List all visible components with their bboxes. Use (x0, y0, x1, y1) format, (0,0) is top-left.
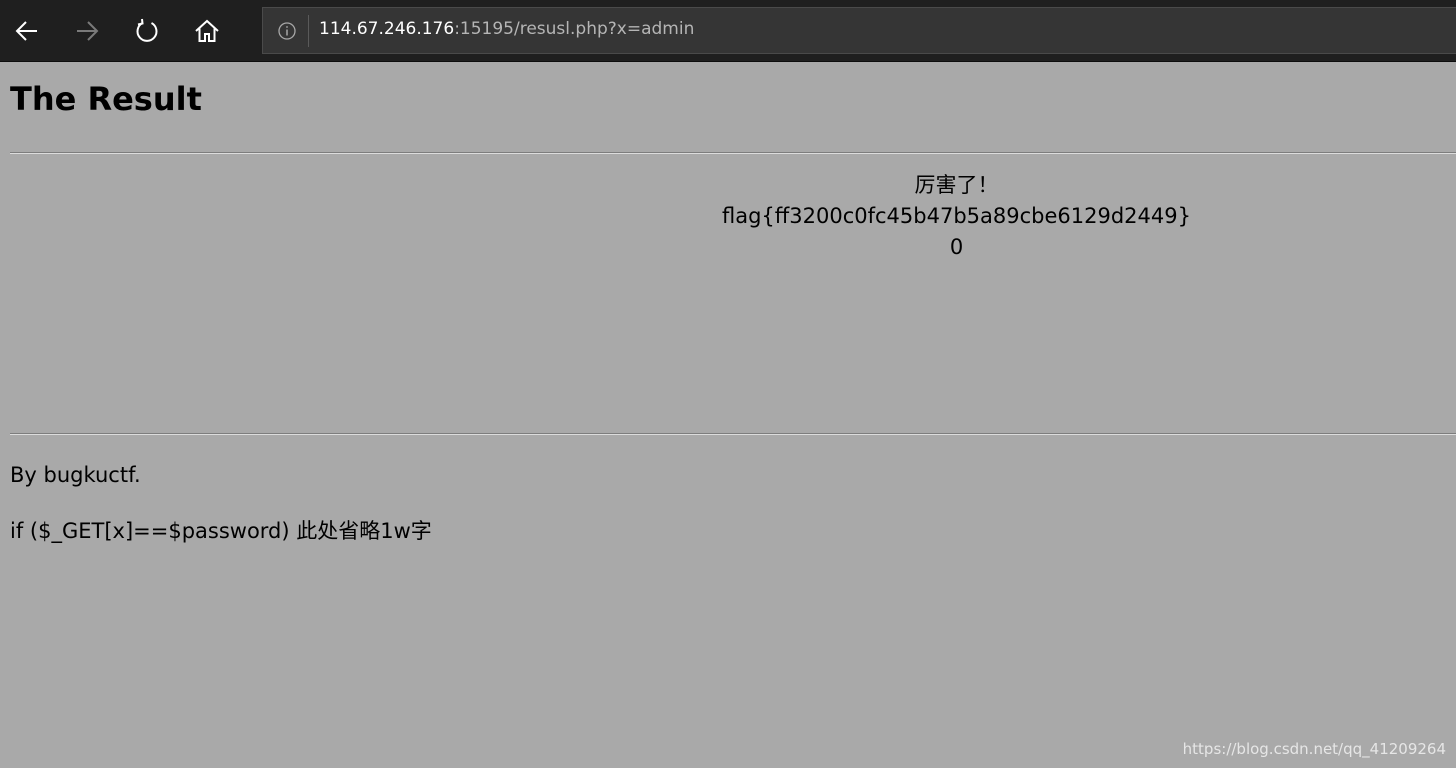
url-path: :15195/resusl.php?x=admin (454, 19, 695, 39)
divider-bottom (10, 433, 1456, 435)
address-separator (308, 15, 309, 47)
result-value: 0 (949, 235, 964, 259)
page-content: The Result 厉害了！ flag{ff3200c0fc45b47b5a8… (0, 62, 1456, 768)
url-host: 114.67.246.176 (319, 19, 455, 39)
browser-toolbar: 114.67.246.176:15195/resusl.php?x=admin (0, 0, 1456, 62)
arrow-left-icon (15, 21, 37, 41)
watermark: https://blog.csdn.net/qq_41209264 (1182, 740, 1446, 758)
back-button[interactable] (9, 13, 45, 49)
refresh-button[interactable] (129, 13, 165, 49)
page-title: The Result (10, 80, 202, 118)
by-line: By bugkuctf. (10, 463, 141, 487)
arrow-right-icon (77, 21, 99, 41)
divider-top (10, 152, 1456, 154)
flag-text: flag{ff3200c0fc45b47b5a89cbe6129d2449} (722, 204, 1191, 228)
result-block: 厉害了！ flag{ff3200c0fc45b47b5a89cbe6129d24… (457, 170, 1456, 263)
success-message: 厉害了！ (914, 173, 999, 197)
url-text[interactable]: 114.67.246.176:15195/resusl.php?x=admin (319, 18, 694, 40)
home-icon (195, 19, 219, 42)
forward-button[interactable] (69, 13, 105, 49)
code-hint: if ($_GET[x]==$password) 此处省略1w字 (10, 519, 432, 543)
home-button[interactable] (189, 13, 225, 49)
refresh-icon (136, 18, 158, 42)
address-bar[interactable]: 114.67.246.176:15195/resusl.php?x=admin (262, 7, 1456, 54)
info-icon[interactable] (277, 21, 297, 41)
